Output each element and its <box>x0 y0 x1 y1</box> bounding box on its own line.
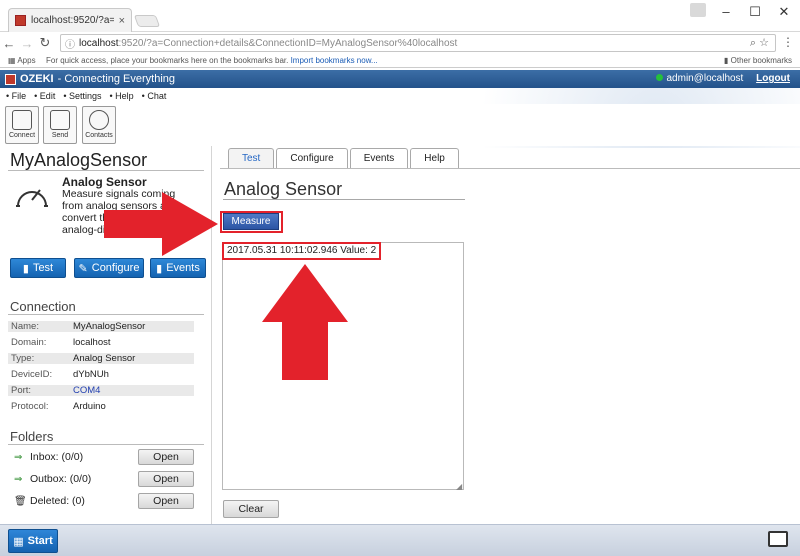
ozeki-logo-icon <box>5 73 16 85</box>
prop-row: DeviceID: dYbNUh <box>11 368 109 380</box>
app-toolbar: Connect Send Contacts <box>0 104 800 146</box>
trash-icon: 🗑 <box>14 495 27 507</box>
divider <box>8 170 204 171</box>
start-button[interactable]: ▦ Start <box>8 529 58 553</box>
tab-help[interactable]: Help <box>410 148 459 168</box>
test-button[interactable]: ▮ Test <box>10 258 66 278</box>
folders-section-title: Folders <box>10 429 54 444</box>
other-bookmarks[interactable]: ▮ Other bookmarks <box>724 56 792 65</box>
red-arrow-up-icon <box>262 264 348 380</box>
monitor-icon[interactable] <box>768 531 788 547</box>
events-icon: ▮ <box>156 262 163 275</box>
tab-test[interactable]: Test <box>228 148 275 168</box>
output-line: 2017.05.31 10:11:02.946 Value: 2 <box>222 242 382 260</box>
browser-titlebar: localhost:9520/?a=Conn × – ☐ ✕ <box>0 0 800 32</box>
address-path: :9520/?a=Connection+details&ConnectionID… <box>118 37 458 49</box>
forward-icon[interactable]: → <box>18 36 36 51</box>
ozeki-header: OZEKI - Connecting Everything admin@loca… <box>0 70 800 88</box>
folder-outbox: ⇒ Outbox: (0/0) Open <box>14 470 194 488</box>
profile-icon[interactable] <box>690 3 706 17</box>
import-bookmarks-link[interactable]: Import bookmarks now... <box>291 56 378 65</box>
taskbar: ▦ Start <box>0 524 800 556</box>
prop-row: Domain: localhost <box>11 336 111 348</box>
address-host: localhost <box>79 37 119 49</box>
gauge-icon <box>16 189 48 207</box>
page-info-icon[interactable]: ⓘ <box>65 36 75 51</box>
divider <box>223 199 465 200</box>
divider <box>8 314 204 315</box>
contacts-button[interactable]: Contacts <box>82 106 116 144</box>
connect-icon <box>12 110 32 130</box>
connection-title: MyAnalogSensor <box>10 150 148 170</box>
menu-edit[interactable]: • Edit <box>34 91 55 101</box>
prop-row: Port: COM4 <box>8 382 194 398</box>
resize-grip-icon[interactable]: ◢ <box>456 482 462 491</box>
folder-deleted: 🗑 Deleted: (0) Open <box>14 492 194 510</box>
inbox-icon: ⇒ <box>14 451 23 463</box>
measure-button[interactable]: Measure <box>223 213 279 230</box>
detail-tabs: Test Configure Events Help <box>228 148 459 168</box>
connect-button[interactable]: Connect <box>5 106 39 144</box>
menu-help[interactable]: • Help <box>110 91 134 101</box>
port-link[interactable]: COM4 <box>70 384 194 396</box>
apps-shortcut[interactable]: ▦ Apps <box>8 56 36 65</box>
address-row: ← → ↻ ⓘ localhost :9520/?a=Connection+de… <box>0 32 800 54</box>
tab-title: localhost:9520/?a=Conn <box>31 15 114 26</box>
menu-settings[interactable]: • Settings <box>63 91 101 101</box>
prop-row: Type: Analog Sensor <box>8 350 194 366</box>
minimize-button[interactable]: – <box>716 4 736 19</box>
bookmark-star-icon[interactable]: ⌕ ☆ <box>750 36 769 50</box>
browser-menu-icon[interactable]: ⋮ <box>782 35 794 49</box>
configure-button[interactable]: ✎ Configure <box>74 258 144 278</box>
page-title: Analog Sensor <box>224 179 343 199</box>
divider <box>8 444 204 445</box>
folder-inbox: ⇒ Inbox: (0/0) Open <box>14 448 194 466</box>
envelope-icon <box>50 110 70 130</box>
divider <box>220 168 800 169</box>
online-status-icon <box>656 74 664 81</box>
wrench-icon: ✎ <box>78 262 88 275</box>
send-button[interactable]: Send <box>43 106 77 144</box>
tab-close-icon[interactable]: × <box>119 15 125 27</box>
red-arrow-right-icon <box>104 192 218 256</box>
test-icon: ▮ <box>22 262 29 275</box>
tab-events[interactable]: Events <box>349 148 409 168</box>
tab-configure[interactable]: Configure <box>276 148 348 168</box>
menu-file[interactable]: • File <box>6 91 26 101</box>
browser-tab[interactable]: localhost:9520/?a=Conn × <box>8 8 132 32</box>
contacts-icon <box>89 110 109 130</box>
open-deleted-button[interactable]: Open <box>138 493 194 509</box>
bookmarks-hint: For quick access, place your bookmarks h… <box>46 56 378 65</box>
reload-icon[interactable]: ↻ <box>36 35 54 51</box>
maximize-button[interactable]: ☐ <box>745 4 765 20</box>
user-area: admin@localhost Logout <box>656 73 790 84</box>
bookmarks-bar: ▦ Apps For quick access, place your book… <box>0 54 800 68</box>
connection-properties: Name: MyAnalogSensor Domain: localhost Typ… <box>8 318 194 414</box>
events-button[interactable]: ▮ Events <box>150 258 206 278</box>
favicon-icon <box>15 15 26 26</box>
back-icon[interactable]: ← <box>0 36 18 51</box>
start-icon: ▦ <box>13 535 24 548</box>
logout-link[interactable]: Logout <box>756 73 790 84</box>
brand-tagline: - Connecting Everything <box>57 73 176 85</box>
address-bar[interactable]: ⓘ localhost :9520/?a=Connection+details&… <box>60 34 776 52</box>
clear-button[interactable]: Clear <box>223 500 279 518</box>
product-name: Analog Sensor <box>62 175 147 189</box>
prop-row: Name: MyAnalogSensor <box>8 318 194 334</box>
prop-row: Protocol: Arduino <box>11 400 106 412</box>
open-outbox-button[interactable]: Open <box>138 471 194 487</box>
connection-section-title: Connection <box>10 299 76 314</box>
open-inbox-button[interactable]: Open <box>138 449 194 465</box>
new-tab-button[interactable] <box>133 15 161 27</box>
close-window-button[interactable]: ✕ <box>774 4 794 20</box>
brand-name: OZEKI <box>20 73 54 85</box>
user-name: admin@localhost <box>666 73 744 84</box>
menu-chat[interactable]: • Chat <box>142 91 167 101</box>
outbox-icon: ⇒ <box>14 473 23 485</box>
